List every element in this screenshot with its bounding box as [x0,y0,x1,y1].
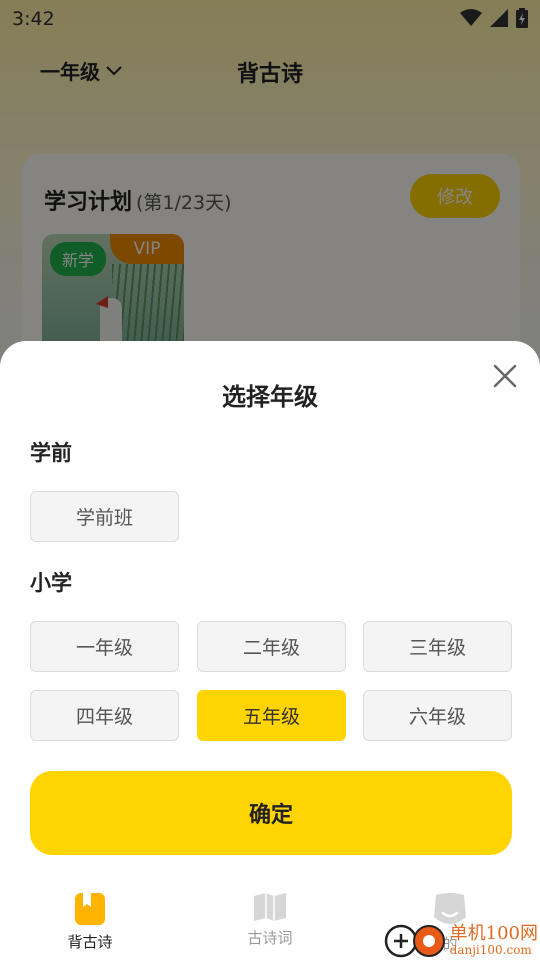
close-icon[interactable] [492,363,518,389]
grade-select-sheet: 选择年级 学前 学前班 小学 一年级 二年级 三年级 四年级 五年级 六年级 确… [0,341,540,960]
section-label-primary: 小学 [30,571,72,595]
bookmark-book-icon [75,893,105,925]
tab-poems[interactable]: 古诗词 [210,893,330,948]
tab-label: 古诗词 [247,929,293,947]
tab-label: 背古诗 [67,933,113,951]
grade-option-grade-4[interactable]: 四年级 [30,690,179,741]
section-label-preschool: 学前 [30,441,72,465]
grade-option-grade-1[interactable]: 一年级 [30,621,179,672]
watermark-sub: danji100.com [449,943,532,958]
grade-option-grade-2[interactable]: 二年级 [197,621,346,672]
sheet-title: 选择年级 [222,383,318,411]
open-book-icon [254,893,286,921]
watermark-main: 单机100网 [449,923,538,945]
record-circle-icon [412,925,445,957]
watermark-logo [384,924,446,958]
grade-option-grade-3[interactable]: 三年级 [363,621,512,672]
grade-option-grade-6[interactable]: 六年级 [363,690,512,741]
grade-option-preschool[interactable]: 学前班 [30,491,179,542]
confirm-button[interactable]: 确定 [30,771,512,855]
tab-recite-poems[interactable]: 背古诗 [30,893,150,952]
grade-option-grade-5[interactable]: 五年级 [197,690,346,741]
watermark: 单机100网 danji100.com [384,924,538,958]
profile-face-icon [434,893,466,924]
watermark-text: 单机100网 danji100.com [449,923,538,958]
